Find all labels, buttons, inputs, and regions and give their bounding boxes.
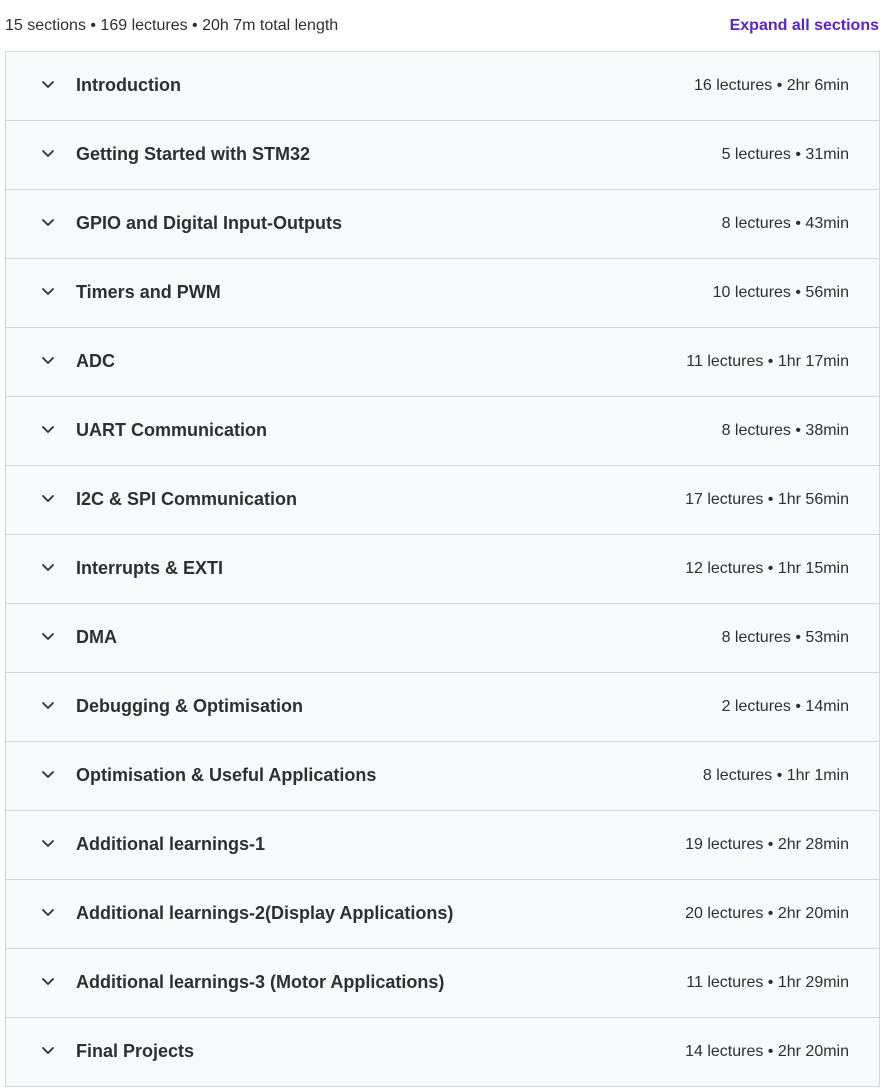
section-row-8[interactable]: Interrupts & EXTI 12 lectures • 1hr 15mi… — [6, 535, 879, 604]
section-lecture-count-duration: 20 lectures • 2hr 20min — [685, 905, 849, 922]
section-title: I2C & SPI Communication — [76, 489, 298, 509]
chevron-down-icon[interactable] — [40, 76, 56, 92]
section-lecture-count-duration: 17 lectures • 1hr 56min — [685, 491, 849, 508]
chevron-down-icon[interactable] — [40, 559, 56, 575]
section-lecture-count-duration: 11 lectures • 1hr 29min — [686, 974, 849, 991]
section-row-5[interactable]: ADC 11 lectures • 1hr 17min — [6, 328, 879, 397]
section-title: DMA — [76, 627, 117, 647]
section-row-14[interactable]: Additional learnings-3 (Motor Applicatio… — [6, 949, 879, 1018]
section-lecture-count-duration: 8 lectures • 53min — [721, 629, 849, 646]
chevron-down-icon[interactable] — [40, 421, 56, 437]
expand-all-sections-button[interactable]: Expand all sections — [730, 16, 879, 36]
chevron-down-icon[interactable] — [40, 214, 56, 230]
section-title: Additional learnings-1 — [76, 834, 266, 854]
section-row-2[interactable]: Getting Started with STM32 5 lectures • … — [6, 121, 879, 190]
section-lecture-count-duration: 8 lectures • 38min — [721, 422, 849, 439]
section-title: Getting Started with STM32 — [76, 144, 311, 164]
section-row-7[interactable]: I2C & SPI Communication 17 lectures • 1h… — [6, 466, 879, 535]
curriculum-summary-bar: 15 sections • 169 lectures • 20h 7m tota… — [0, 0, 885, 52]
section-row-12[interactable]: Additional learnings-1 19 lectures • 2hr… — [6, 811, 879, 880]
section-lecture-count-duration: 12 lectures • 1hr 15min — [685, 560, 849, 577]
section-title: Additional learnings-2(Display Applicati… — [76, 903, 454, 923]
curriculum-sections-list: Introduction 16 lectures • 2hr 6min Gett… — [5, 51, 880, 1087]
section-title: Timers and PWM — [76, 282, 221, 302]
section-row-6[interactable]: UART Communication 8 lectures • 38min — [6, 397, 879, 466]
section-lecture-count-duration: 16 lectures • 2hr 6min — [693, 77, 849, 94]
course-content-page: 15 sections • 169 lectures • 20h 7m tota… — [0, 0, 885, 1092]
section-title: Debugging & Optimisation — [76, 696, 303, 716]
chevron-down-icon[interactable] — [40, 352, 56, 368]
section-title: Additional learnings-3 (Motor Applicatio… — [76, 972, 445, 992]
chevron-down-icon[interactable] — [40, 628, 56, 644]
section-row-9[interactable]: DMA 8 lectures • 53min — [6, 604, 879, 673]
curriculum-summary: 15 sections • 169 lectures • 20h 7m tota… — [5, 17, 339, 34]
section-lecture-count-duration: 11 lectures • 1hr 17min — [686, 353, 849, 370]
section-lecture-count-duration: 19 lectures • 2hr 28min — [685, 836, 849, 853]
section-row-4[interactable]: Timers and PWM 10 lectures • 56min — [6, 259, 879, 328]
chevron-down-icon[interactable] — [40, 490, 56, 506]
section-title: Optimisation & Useful Applications — [76, 765, 377, 785]
section-lecture-count-duration: 10 lectures • 56min — [712, 284, 849, 301]
section-title: ADC — [76, 351, 115, 371]
chevron-down-icon[interactable] — [40, 904, 56, 920]
section-row-3[interactable]: GPIO and Digital Input-Outputs 8 lecture… — [6, 190, 879, 259]
section-title: Introduction — [76, 75, 181, 95]
chevron-down-icon[interactable] — [40, 835, 56, 851]
chevron-down-icon[interactable] — [40, 697, 56, 713]
section-title: GPIO and Digital Input-Outputs — [76, 213, 342, 233]
section-lecture-count-duration: 2 lectures • 14min — [721, 698, 849, 715]
section-title: Final Projects — [76, 1041, 195, 1061]
section-row-13[interactable]: Additional learnings-2(Display Applicati… — [6, 880, 879, 949]
chevron-down-icon[interactable] — [40, 766, 56, 782]
chevron-down-icon[interactable] — [40, 973, 56, 989]
section-row-11[interactable]: Optimisation & Useful Applications 8 lec… — [6, 742, 879, 811]
chevron-down-icon[interactable] — [40, 1042, 56, 1058]
section-title: Interrupts & EXTI — [76, 558, 224, 578]
section-lecture-count-duration: 8 lectures • 43min — [721, 215, 849, 232]
section-row-1[interactable]: Introduction 16 lectures • 2hr 6min — [6, 52, 879, 121]
section-lecture-count-duration: 14 lectures • 2hr 20min — [685, 1043, 849, 1060]
section-lecture-count-duration: 5 lectures • 31min — [721, 146, 849, 163]
chevron-down-icon[interactable] — [40, 145, 56, 161]
section-lecture-count-duration: 8 lectures • 1hr 1min — [702, 767, 849, 784]
section-title: UART Communication — [76, 420, 267, 440]
section-row-15[interactable]: Final Projects 14 lectures • 2hr 20min — [6, 1018, 879, 1087]
section-row-10[interactable]: Debugging & Optimisation 2 lectures • 14… — [6, 673, 879, 742]
chevron-down-icon[interactable] — [40, 283, 56, 299]
